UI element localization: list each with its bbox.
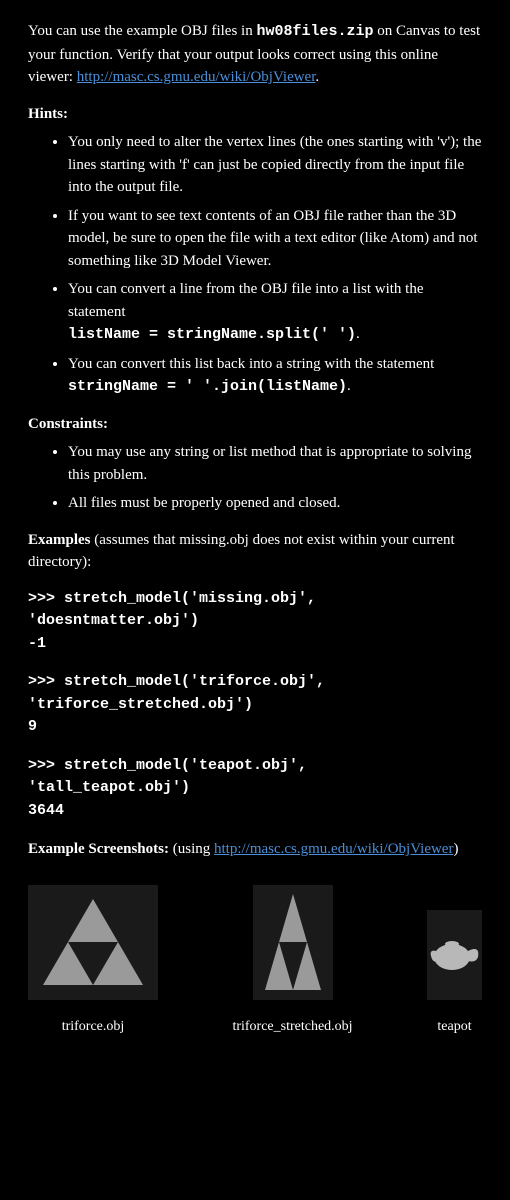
code-example-1: >>> stretch_model('missing.obj', 'doesnt… — [28, 588, 482, 656]
screenshots-label: Example Screenshots: — [28, 841, 169, 857]
hint-text: You can convert a line from the OBJ file… — [68, 281, 424, 320]
screenshots-row: triforce.obj triforce_stretched.obj teap… — [28, 885, 482, 1037]
screenshots-link[interactable]: http://masc.cs.gmu.edu/wiki/ObjViewer — [214, 841, 453, 857]
intro-filename: hw08files.zip — [256, 23, 373, 40]
teapot-icon — [430, 935, 480, 975]
intro-link[interactable]: http://masc.cs.gmu.edu/wiki/ObjViewer — [77, 69, 316, 85]
triforce-thumbnail — [28, 885, 158, 1000]
caption: triforce.obj — [62, 1016, 125, 1037]
examples-sub: (assumes that missing.obj does not exist… — [28, 532, 455, 571]
hint-text: . — [347, 378, 351, 394]
hints-list: You only need to alter the vertex lines … — [28, 131, 482, 399]
examples-label: Examples — [28, 532, 91, 548]
screenshot-item: teapot — [427, 910, 482, 1037]
teapot-thumbnail — [427, 910, 482, 1000]
constraints-list: You may use any string or list method th… — [28, 441, 482, 515]
constraint-item: You may use any string or list method th… — [68, 441, 482, 486]
examples-heading: Examples (assumes that missing.obj does … — [28, 529, 482, 574]
intro-text-d: . — [315, 69, 319, 85]
hint-item: If you want to see text contents of an O… — [68, 205, 482, 273]
triforce-stretched-icon — [265, 892, 321, 992]
screenshots-text-c: ) — [453, 841, 458, 857]
screenshots-heading: Example Screenshots: (using http://masc.… — [28, 838, 482, 861]
constraint-item: All files must be properly opened and cl… — [68, 492, 482, 515]
triforce-stretched-thumbnail — [253, 885, 333, 1000]
intro-paragraph: You can use the example OBJ files in hw0… — [28, 20, 482, 89]
hint-item: You can convert this list back into a st… — [68, 353, 482, 399]
hint-item: You only need to alter the vertex lines … — [68, 131, 482, 199]
screenshots-text: (using — [169, 841, 214, 857]
hint-code: stringName = ' '.join(listName) — [68, 378, 347, 395]
intro-text-a: You can use the example OBJ files in — [28, 23, 256, 39]
code-example-3: >>> stretch_model('teapot.obj', 'tall_te… — [28, 755, 482, 823]
hints-heading: Hints: — [28, 103, 482, 126]
code-example-2: >>> stretch_model('triforce.obj', 'trifo… — [28, 671, 482, 739]
caption: triforce_stretched.obj — [232, 1016, 352, 1037]
hint-text: . — [356, 326, 360, 342]
screenshot-item: triforce.obj — [28, 885, 158, 1037]
hint-code: listName = stringName.split(' ') — [68, 326, 356, 343]
hint-text: You can convert this list back into a st… — [68, 356, 434, 372]
triforce-icon — [43, 897, 143, 987]
hint-item: You can convert a line from the OBJ file… — [68, 278, 482, 347]
screenshot-item: triforce_stretched.obj — [232, 885, 352, 1037]
constraints-heading: Constraints: — [28, 413, 482, 436]
caption: teapot — [437, 1016, 471, 1037]
